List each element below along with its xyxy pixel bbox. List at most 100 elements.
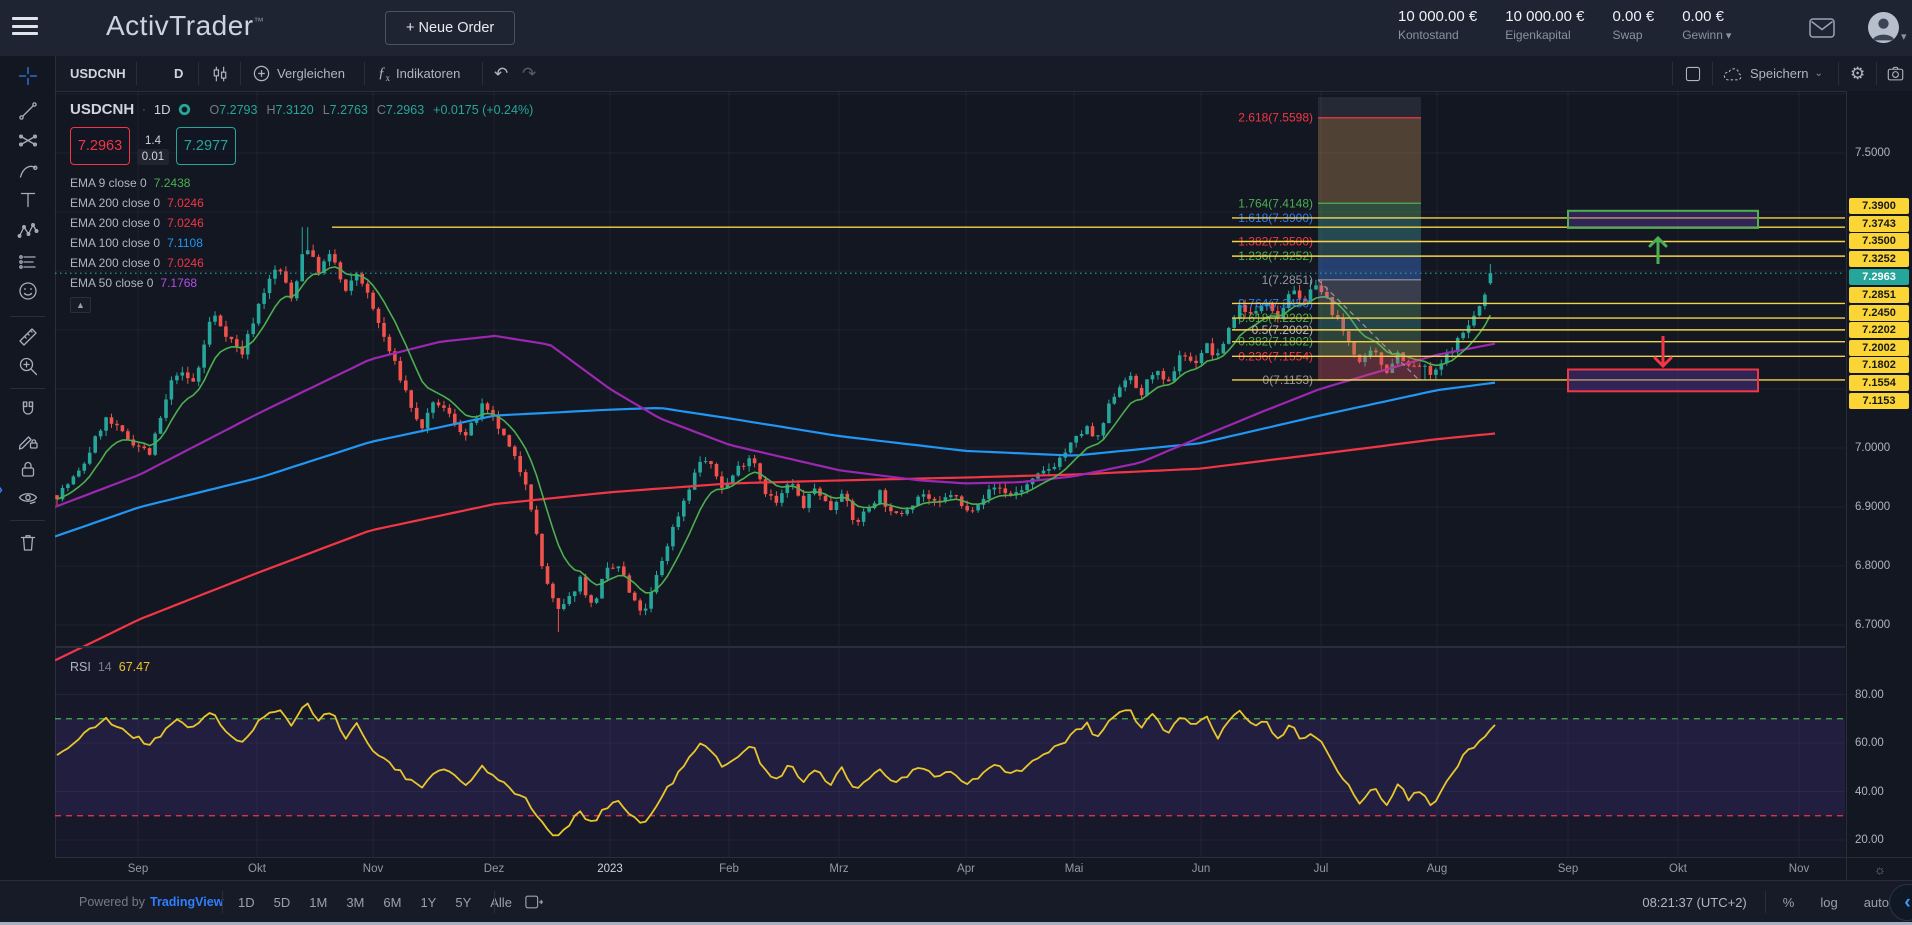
clock[interactable]: 08:21:37 (UTC+2) bbox=[1642, 895, 1746, 910]
price-axis[interactable]: 7.50007.00006.90006.80006.70007.39007.37… bbox=[1846, 91, 1912, 857]
range-button-1d[interactable]: 1D bbox=[238, 895, 255, 910]
range-button-3m[interactable]: 3M bbox=[346, 895, 364, 910]
level-price-badge: 7.2002 bbox=[1849, 340, 1909, 356]
stat-value: 0.00 € bbox=[1613, 8, 1655, 25]
spread-pips: 1.4 bbox=[145, 135, 161, 147]
compare-plus-icon bbox=[252, 64, 271, 83]
auto-scale-button[interactable]: auto bbox=[1864, 895, 1889, 910]
level-price-badge: 7.2202 bbox=[1849, 322, 1909, 338]
range-button-1y[interactable]: 1Y bbox=[420, 895, 436, 910]
indicator-row[interactable]: EMA 200 close 07.0246 bbox=[70, 193, 533, 213]
caret-down-icon[interactable]: ▾ bbox=[1901, 30, 1907, 43]
save-button[interactable]: Speichern ⌄ bbox=[1722, 56, 1823, 91]
hide-all-icon[interactable] bbox=[17, 487, 39, 509]
brand-logo: ActivTrader™ bbox=[106, 10, 264, 42]
theme-sun-icon: ☼ bbox=[1874, 862, 1886, 877]
legend-interval: 1D bbox=[154, 102, 171, 117]
rsi-legend[interactable]: RSI 14 67.47 bbox=[70, 660, 150, 674]
fib-tool-icon[interactable] bbox=[17, 129, 39, 151]
axis-settings[interactable]: ☼ bbox=[1846, 857, 1912, 881]
separator-dot: · bbox=[142, 104, 146, 116]
time-tick: Okt bbox=[1669, 863, 1687, 875]
symbol-button[interactable]: USDCNH bbox=[70, 56, 126, 91]
time-tick: Mrz bbox=[829, 863, 848, 875]
range-button-5d[interactable]: 5D bbox=[274, 895, 291, 910]
stat-value: 10 000.00 € bbox=[1398, 8, 1477, 25]
remove-all-icon[interactable] bbox=[17, 531, 39, 553]
redo-icon[interactable]: ↷ bbox=[522, 56, 536, 91]
compare-button[interactable]: Vergleichen bbox=[252, 56, 345, 91]
brush-icon[interactable] bbox=[17, 159, 39, 181]
ruler-icon[interactable] bbox=[17, 326, 39, 348]
buy-button[interactable]: 7.2977 bbox=[176, 127, 236, 165]
price-tick: 6.8000 bbox=[1855, 560, 1890, 572]
tradingview-link[interactable]: TradingView bbox=[150, 895, 223, 909]
time-tick: Nov bbox=[1789, 863, 1809, 875]
avatar[interactable] bbox=[1868, 12, 1899, 43]
percent-scale-button[interactable]: % bbox=[1783, 895, 1795, 910]
svg-text:2.618(7.5598): 2.618(7.5598) bbox=[1238, 111, 1313, 125]
zoom-in-icon[interactable] bbox=[17, 355, 39, 377]
pattern-icon[interactable] bbox=[17, 220, 39, 242]
drawing-toolbar: › bbox=[0, 56, 56, 925]
price-tick: 7.0000 bbox=[1855, 442, 1890, 454]
draw-lock-icon[interactable] bbox=[17, 429, 39, 451]
level-price-badge: 7.1802 bbox=[1849, 357, 1909, 373]
undo-icon[interactable]: ↶ bbox=[494, 56, 508, 91]
chart-legend: USDCNH · 1D O7.2793H7.3120L7.2763C7.2963… bbox=[70, 101, 533, 313]
stat-value: 10 000.00 € bbox=[1505, 8, 1584, 25]
camera-icon[interactable] bbox=[1886, 56, 1905, 91]
indicator-row[interactable]: EMA 100 close 07.1108 bbox=[70, 233, 533, 253]
sell-button[interactable]: 7.2963 bbox=[70, 127, 130, 165]
candles-style-icon[interactable] bbox=[210, 56, 230, 91]
powered-by-label: Powered by bbox=[79, 895, 145, 909]
caret-down-icon: ⌄ bbox=[1815, 68, 1823, 79]
ohlc-item: C7.2963 bbox=[377, 103, 424, 117]
mail-icon[interactable] bbox=[1808, 16, 1836, 40]
text-icon[interactable] bbox=[17, 189, 39, 211]
account-stat: 0.00 € Gewinn▾ bbox=[1682, 8, 1731, 42]
magnet-icon[interactable] bbox=[17, 399, 39, 421]
menu-icon[interactable] bbox=[12, 17, 38, 39]
level-price-badge: 7.3500 bbox=[1849, 233, 1909, 249]
time-tick: Sep bbox=[1558, 863, 1578, 875]
trend-line-icon[interactable] bbox=[17, 100, 39, 122]
range-button-6m[interactable]: 6M bbox=[383, 895, 401, 910]
crosshair-icon[interactable] bbox=[17, 65, 39, 87]
ohlc-item: O7.2793 bbox=[209, 103, 257, 117]
log-scale-button[interactable]: log bbox=[1820, 895, 1837, 910]
indicator-row[interactable]: EMA 200 close 07.0246 bbox=[70, 253, 533, 273]
indicator-row[interactable]: EMA 50 close 07.1768 bbox=[70, 273, 533, 293]
legend-collapse-button[interactable]: ▲ bbox=[70, 297, 91, 313]
range-button-1m[interactable]: 1M bbox=[309, 895, 327, 910]
svg-text:1(7.2851): 1(7.2851) bbox=[1262, 273, 1313, 287]
level-price-badge: 7.1153 bbox=[1849, 393, 1909, 409]
price-tick: 6.7000 bbox=[1855, 619, 1890, 631]
layout-square-icon[interactable] bbox=[1684, 56, 1702, 91]
time-tick: Okt bbox=[248, 863, 266, 875]
forecast-icon[interactable] bbox=[17, 251, 39, 273]
cloud-icon bbox=[1722, 65, 1744, 83]
range-button-5y[interactable]: 5Y bbox=[455, 895, 471, 910]
ohlc-item: L7.2763 bbox=[323, 103, 368, 117]
gear-icon[interactable]: ⚙ bbox=[1850, 56, 1865, 91]
price-tick: 6.9000 bbox=[1855, 501, 1890, 513]
stat-label: Eigenkapital bbox=[1505, 28, 1584, 42]
level-price-badge: 7.3900 bbox=[1849, 198, 1909, 214]
indicator-row[interactable]: EMA 200 close 07.0246 bbox=[70, 213, 533, 233]
lock-all-icon[interactable] bbox=[17, 458, 39, 480]
time-tick: 2023 bbox=[597, 863, 623, 875]
go-to-date-icon[interactable] bbox=[524, 893, 544, 911]
timeframe-list: 1D5D1M3M6M1Y5YAlle bbox=[238, 881, 512, 923]
time-axis[interactable]: SepOktNovDez2023FebMrzAprMaiJunJulAugSep… bbox=[55, 857, 1846, 881]
time-tick: Feb bbox=[719, 863, 739, 875]
indicator-row[interactable]: EMA 9 close 07.2438 bbox=[70, 173, 533, 193]
legend-symbol[interactable]: USDCNH bbox=[70, 101, 134, 118]
emoji-icon[interactable] bbox=[17, 280, 39, 302]
new-order-button[interactable]: + Neue Order bbox=[385, 11, 515, 45]
stat-label[interactable]: Gewinn▾ bbox=[1682, 28, 1731, 42]
indicators-button[interactable]: ƒx Indikatoren bbox=[378, 56, 460, 91]
panel-expand-icon[interactable]: › bbox=[0, 481, 3, 498]
ohlc-values: O7.2793H7.3120L7.2763C7.2963+0.0175 (+0.… bbox=[209, 103, 533, 117]
interval-button[interactable]: D bbox=[174, 56, 183, 91]
